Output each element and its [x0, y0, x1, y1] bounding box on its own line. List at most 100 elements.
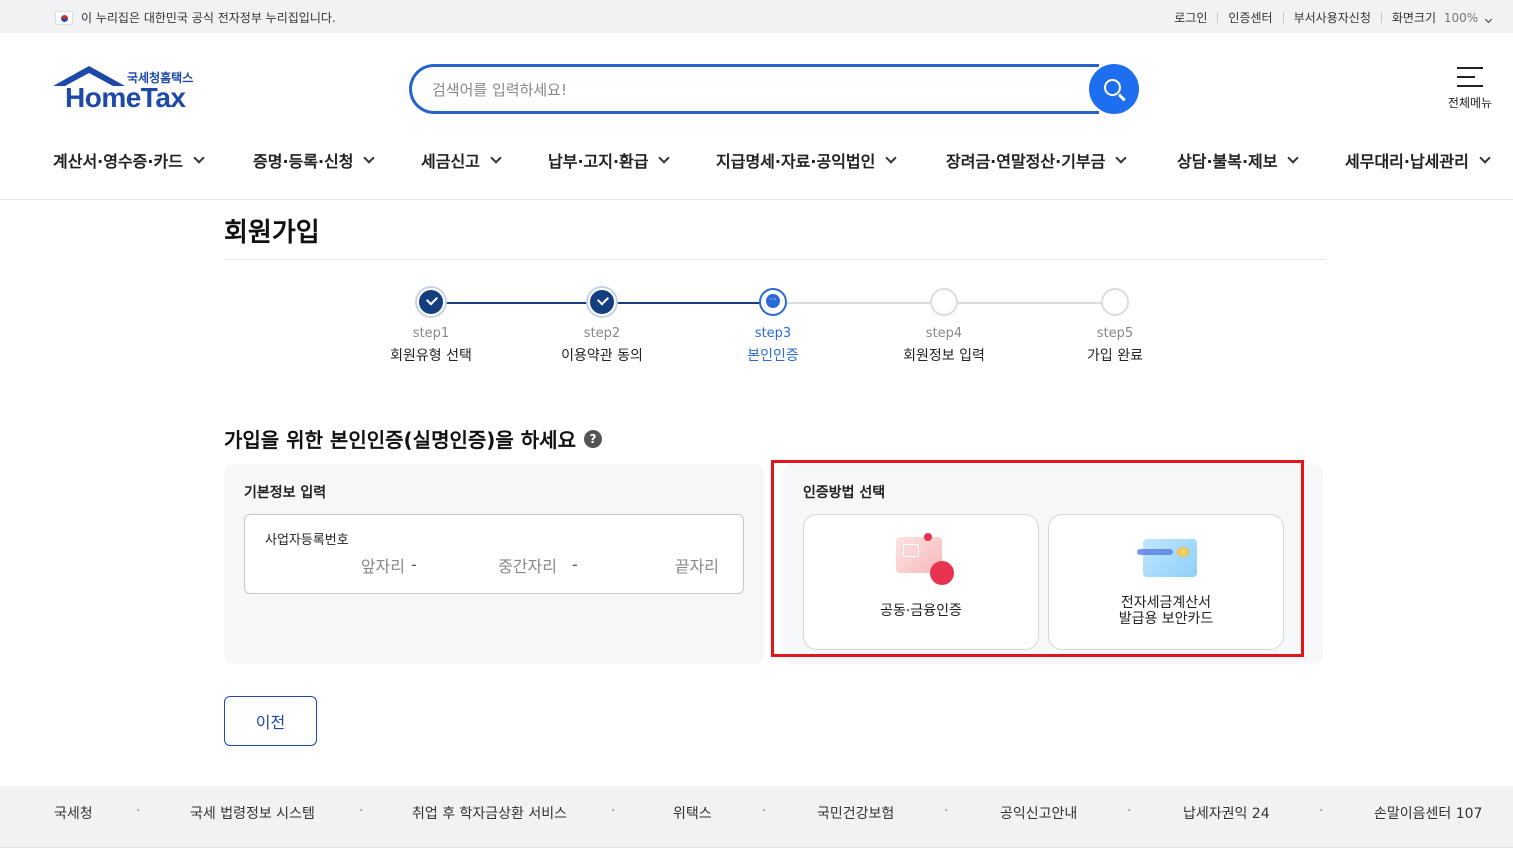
login-link[interactable]: 로그인 [1174, 9, 1207, 26]
panel-title: 인증방법 선택 [803, 485, 886, 501]
business-number-last-input[interactable] [605, 555, 719, 577]
step-name: 본인인증 [747, 348, 799, 364]
prev-button[interactable]: 이전 [224, 696, 317, 746]
divider [224, 259, 1324, 260]
nav-label: 증명·등록·신청 [253, 152, 354, 171]
divider: · [1319, 803, 1324, 819]
footer-link[interactable]: 손말이음센터 107 [1374, 803, 1482, 823]
step-name: 가입 완료 [1087, 348, 1143, 364]
footer-link[interactable]: 납세자권익 24 [1183, 803, 1270, 823]
chevron-down-icon [1484, 15, 1493, 24]
chevron-down-icon [658, 151, 671, 164]
divider [1282, 12, 1284, 23]
auth-label: 공동·금융인증 [880, 603, 962, 619]
nav-item-consult[interactable]: 상담·불복·제보 [1177, 148, 1300, 172]
chevron-down-icon [1479, 151, 1491, 164]
logo-text: HomeTax [65, 82, 186, 113]
nav-label: 상담·불복·제보 [1177, 152, 1278, 171]
panel-title: 기본정보 입력 [244, 485, 327, 501]
security-card-button[interactable]: 전자세금계산서 발급용 보안카드 [1048, 514, 1284, 650]
zoom-value: 100% [1443, 11, 1479, 25]
related-sites-bar: 국세청 · 국세 법령정보 시스템 · 취업 후 학자금상환 서비스 · 위택스… [0, 786, 1513, 848]
nav-item-incentive[interactable]: 장려금·연말정산·기부금 [946, 148, 1128, 172]
separator: - [411, 555, 417, 574]
zoom-control[interactable]: 화면크기 100% [1392, 9, 1493, 26]
dept-user-link[interactable]: 부서사용자신청 [1294, 9, 1371, 26]
all-menu-button[interactable]: 전체메뉴 [1440, 64, 1500, 114]
section-title-text: 가입을 위한 본인인증(실명인증)을 하세요 [224, 428, 576, 452]
divider [1217, 12, 1219, 23]
business-number-front-input[interactable] [305, 555, 405, 577]
search-icon [1103, 78, 1121, 96]
step-name: 이용약관 동의 [561, 348, 643, 364]
basic-info-panel: 기본정보 입력 사업자등록번호 - - [224, 464, 764, 664]
step-number: step3 [754, 326, 792, 341]
nav-label: 세무대리·납세관리 [1345, 152, 1469, 171]
divider: · [944, 803, 949, 819]
divider: · [762, 803, 767, 819]
footer-link[interactable]: 국민건강보험 [817, 803, 894, 823]
nav-label: 세금신고 [421, 152, 480, 171]
check-icon [588, 288, 616, 316]
search-input[interactable] [432, 79, 1072, 101]
nav-item-statement[interactable]: 지급명세·자료·공익법인 [716, 148, 898, 172]
auth-label-line2: 발급용 보안카드 [1118, 611, 1214, 627]
footer-link[interactable]: 국세 법령정보 시스템 [190, 803, 315, 823]
footer-link[interactable]: 취업 후 학자금상환 서비스 [412, 803, 567, 823]
business-number-middle-input[interactable] [455, 555, 557, 577]
chevron-down-icon [1115, 151, 1128, 164]
divider: · [1127, 803, 1132, 819]
step-2: step2 이용약관 동의 [542, 288, 662, 365]
joint-certificate-button[interactable]: 공동·금융인증 [803, 514, 1039, 650]
divider: · [611, 803, 616, 819]
nav-label: 장려금·연말정산·기부금 [946, 152, 1106, 171]
step-number: step5 [1096, 326, 1134, 341]
nav-label: 지급명세·자료·공익법인 [716, 152, 876, 171]
gov-notice: 이 누리집은 대한민국 공식 전자정부 누리집입니다. [55, 9, 336, 26]
auth-label-line1: 전자세금계산서 [1120, 595, 1212, 611]
nav-item-tax-report[interactable]: 세금신고 [421, 148, 502, 172]
chevron-down-icon [885, 151, 898, 164]
step-number: step2 [583, 326, 621, 341]
chevron-down-icon [363, 151, 376, 164]
divider: · [136, 803, 141, 819]
step-number: step4 [925, 326, 963, 341]
chevron-down-icon [490, 151, 502, 164]
help-icon[interactable]: ? [583, 429, 602, 448]
nav-item-payment[interactable]: 납부·고지·환급 [548, 148, 671, 172]
utility-links: 로그인 인증센터 부서사용자신청 화면크기 100% [1174, 9, 1493, 26]
footer-link[interactable]: 국세청 [54, 803, 93, 823]
nav-item-certificate[interactable]: 증명·등록·신청 [253, 148, 376, 172]
hamburger-icon [1457, 67, 1483, 87]
nav-item-agent[interactable]: 세무대리·납세관리 [1345, 148, 1491, 172]
pending-icon [1101, 288, 1129, 316]
step-name: 회원유형 선택 [390, 348, 472, 364]
nav-item-invoice[interactable]: 계산서·영수증·카드 [53, 148, 205, 172]
auth-method-panel: 인증방법 선택 공동·금융인증 전자세금계산서 발급용 보안카드 [783, 464, 1323, 664]
page-title: 회원가입 [224, 218, 320, 248]
separator: - [572, 555, 578, 574]
main-nav: 계산서·영수증·카드 증명·등록·신청 세금신고 납부·고지·환급 지급명세·자… [0, 140, 1513, 200]
chevron-down-icon [193, 151, 205, 164]
step-number: step1 [412, 326, 450, 341]
footer-link[interactable]: 공익신고안내 [1000, 803, 1077, 823]
step-4: step4 회원정보 입력 [884, 288, 1004, 365]
cert-center-link[interactable]: 인증센터 [1228, 9, 1272, 26]
business-number-field: 사업자등록번호 - - [244, 514, 744, 594]
divider: · [359, 803, 364, 819]
search-box [409, 64, 1099, 114]
hometax-logo[interactable]: 국세청홈택스 HomeTax [53, 66, 203, 116]
gov-notice-text: 이 누리집은 대한민국 공식 전자정부 누리집입니다. [81, 11, 336, 25]
nav-label: 납부·고지·환급 [548, 152, 649, 171]
step-1: step1 회원유형 선택 [371, 288, 491, 365]
korea-flag-icon [55, 10, 73, 25]
all-menu-label: 전체메뉴 [1447, 96, 1493, 110]
check-icon [417, 288, 445, 316]
signup-stepper: step1 회원유형 선택 step2 이용약관 동의 step3 본인인증 s… [370, 288, 1190, 378]
footer-link[interactable]: 위택스 [673, 803, 712, 823]
search-button[interactable] [1089, 64, 1139, 114]
field-label: 사업자등록번호 [265, 533, 349, 548]
section-title: 가입을 위한 본인인증(실명인증)을 하세요 ? [224, 424, 602, 453]
gov-notice-bar: 이 누리집은 대한민국 공식 전자정부 누리집입니다. 로그인 인증센터 부서사… [0, 0, 1513, 33]
chevron-down-icon [1287, 151, 1300, 164]
